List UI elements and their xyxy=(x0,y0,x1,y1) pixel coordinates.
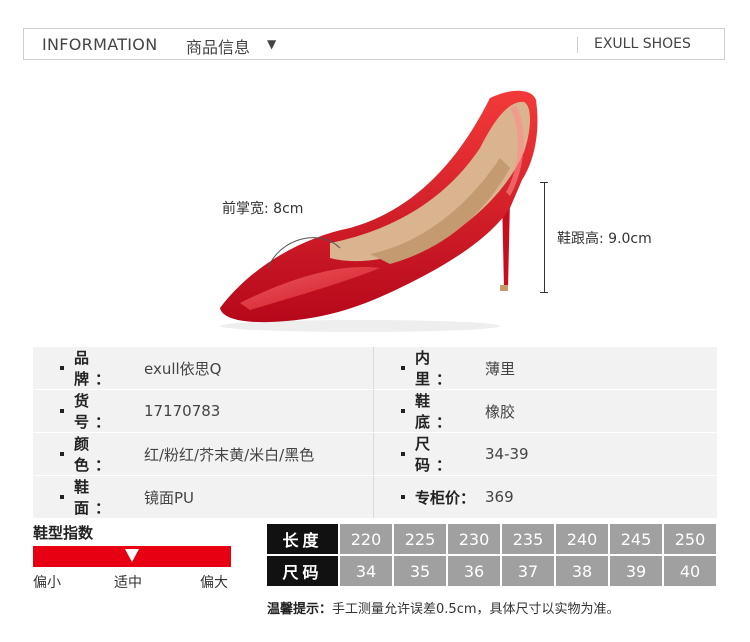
length-cell: 230 xyxy=(448,524,500,554)
bullet-icon xyxy=(401,366,405,370)
length-cell: 250 xyxy=(664,524,716,554)
fit-normal-label: 适中 xyxy=(114,575,142,591)
header-title-en: INFORMATION xyxy=(42,35,158,54)
spec-value: 369 xyxy=(485,488,514,506)
spec-key: 颜 色： xyxy=(74,435,117,474)
spec-row: 品 牌： exull依思Q 内 里： 薄里 xyxy=(33,347,717,390)
measurement-note: 温馨提示：手工测量允许误差0.5cm，具体尺寸以实物为准。 xyxy=(267,598,620,617)
spec-row: 颜 色： 红/粉红/芥末黄/米白/黑色 尺 码： 34-39 xyxy=(33,432,717,476)
fit-index-title: 鞋型指数 xyxy=(33,524,94,542)
heel-height-line xyxy=(544,182,545,293)
length-header: 长度 xyxy=(267,524,338,554)
spec-value: 薄里 xyxy=(485,359,516,378)
size-cell: 36 xyxy=(448,556,500,586)
spec-key: 内 里： xyxy=(415,349,458,388)
spec-key: 尺 码： xyxy=(415,435,458,474)
fit-small-label: 偏小 xyxy=(33,575,61,591)
spec-key: 鞋 底： xyxy=(415,392,458,431)
heel-height-label: 鞋跟高: 9.0cm xyxy=(557,231,652,247)
header-divider xyxy=(577,37,578,53)
fit-large-label: 偏大 xyxy=(200,575,228,591)
spec-value: 17170783 xyxy=(144,402,221,420)
size-cell: 35 xyxy=(394,556,446,586)
spec-value: 橡胶 xyxy=(485,402,516,421)
bullet-icon xyxy=(60,366,64,370)
bullet-icon xyxy=(401,452,405,456)
length-cell: 235 xyxy=(502,524,554,554)
spec-row: 货 号： 17170783 鞋 底： 橡胶 xyxy=(33,389,717,433)
triangle-down-icon xyxy=(125,549,139,562)
heel-height-tick-top xyxy=(540,182,548,183)
length-cell: 245 xyxy=(610,524,662,554)
size-cell: 37 xyxy=(502,556,554,586)
spec-table: 品 牌： exull依思Q 内 里： 薄里 货 号： 17170783 鞋 底： 橡胶 … xyxy=(33,347,717,519)
spec-key: 专柜价： xyxy=(415,488,476,507)
size-header: 尺码 xyxy=(267,556,338,586)
spec-value: 镜面PU xyxy=(144,488,195,507)
size-chart: 长度 220 225 230 235 240 245 250 尺码 34 35 … xyxy=(265,522,718,588)
bullet-icon xyxy=(401,495,405,499)
spec-value: 34-39 xyxy=(485,445,529,463)
note-text: 手工测量允许误差0.5cm，具体尺寸以实物为准。 xyxy=(332,602,620,617)
bullet-icon xyxy=(60,452,64,456)
spec-row: 鞋 面： 镜面PU 专柜价： 369 xyxy=(33,475,717,519)
bullet-icon xyxy=(60,495,64,499)
size-cell: 34 xyxy=(340,556,392,586)
bullet-icon xyxy=(60,409,64,413)
spec-value: 红/粉红/芥末黄/米白/黑色 xyxy=(144,445,315,464)
heel-height-tick-bottom xyxy=(540,292,548,293)
forefoot-width-label: 前掌宽: 8cm xyxy=(222,201,304,217)
size-cell: 38 xyxy=(556,556,608,586)
length-cell: 220 xyxy=(340,524,392,554)
spec-key: 货 号： xyxy=(74,392,117,431)
size-cell: 40 xyxy=(664,556,716,586)
length-cell: 240 xyxy=(556,524,608,554)
size-code-row: 尺码 34 35 36 37 38 39 40 xyxy=(267,556,716,586)
spec-value: exull依思Q xyxy=(144,359,222,378)
size-cell: 39 xyxy=(610,556,662,586)
triangle-down-icon: ▼ xyxy=(267,37,277,51)
note-label: 温馨提示： xyxy=(267,602,333,617)
header-brand: EXULL SHOES xyxy=(594,36,691,52)
size-length-row: 长度 220 225 230 235 240 245 250 xyxy=(267,524,716,554)
header-title-cn: 商品信息 xyxy=(186,38,251,57)
bullet-icon xyxy=(401,409,405,413)
spec-key: 品 牌： xyxy=(74,349,117,388)
spec-key: 鞋 面： xyxy=(74,478,117,517)
info-header: INFORMATION 商品信息 ▼ EXULL SHOES xyxy=(23,28,725,60)
length-cell: 225 xyxy=(394,524,446,554)
